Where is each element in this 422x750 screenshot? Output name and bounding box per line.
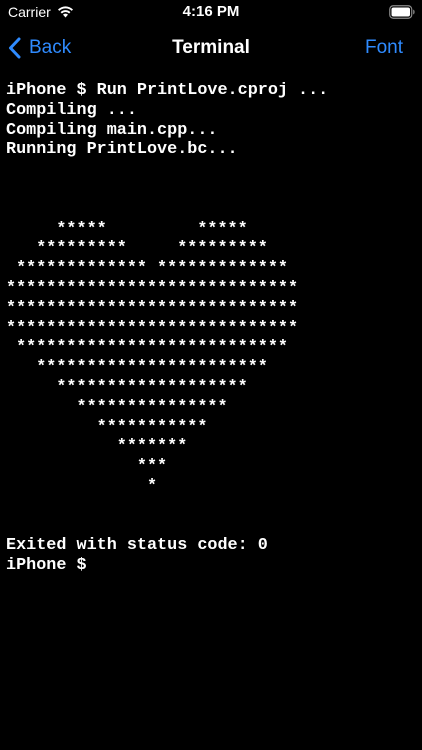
terminal-line: *****************************	[6, 318, 299, 338]
terminal-line: ***************************	[6, 338, 288, 358]
terminal-line: Compiling ...	[6, 100, 137, 120]
terminal-line: ***************	[6, 397, 228, 417]
terminal-line: Running PrintLove.bc...	[6, 140, 238, 160]
terminal-line: Compiling main.cpp...	[6, 120, 218, 140]
terminal-line: *****************************	[6, 278, 299, 298]
status-bar: Carrier 4:16 PM	[0, 0, 422, 24]
terminal-line: ***** *****	[6, 219, 248, 239]
terminal-line: iPhone $	[6, 556, 97, 576]
terminal-line: iPhone $ Run PrintLove.cproj ...	[6, 81, 329, 100]
font-button[interactable]: Font	[365, 37, 403, 59]
terminal-output[interactable]: iPhone $ Run PrintLove.cproj ... Compilin…	[6, 81, 416, 741]
terminal-line: *****************************	[6, 298, 299, 318]
terminal-line: *******	[6, 437, 188, 457]
terminal-line: ***********************	[6, 358, 268, 378]
terminal-line: ***	[6, 457, 168, 477]
terminal-line: ***********	[6, 417, 208, 437]
page-title: Terminal	[172, 37, 250, 58]
terminal-line: ************* *************	[6, 259, 288, 279]
terminal-line: *	[6, 476, 158, 496]
terminal-line: ********* *********	[6, 239, 268, 259]
navigation-bar: Back Terminal Font	[0, 24, 422, 72]
terminal-line: *******************	[6, 377, 248, 397]
terminal-line: Exited with status code: 0	[6, 536, 268, 556]
status-time: 4:16 PM	[182, 3, 240, 20]
battery-icon	[389, 5, 415, 19]
